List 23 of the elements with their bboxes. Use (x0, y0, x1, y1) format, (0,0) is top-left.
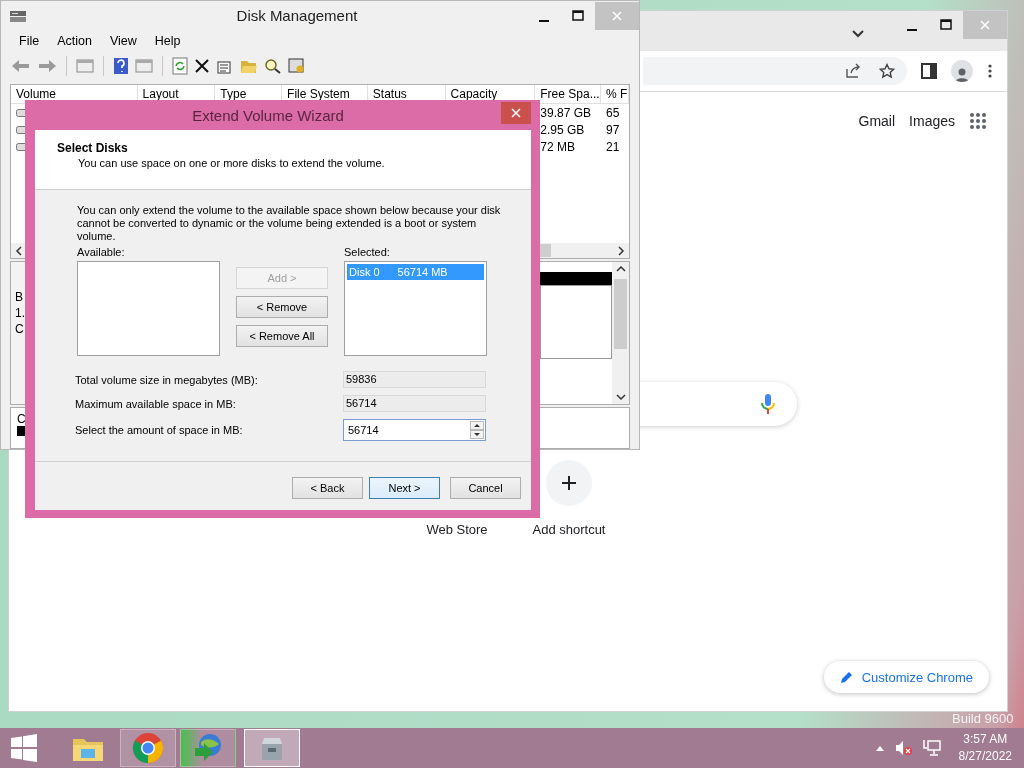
page-heading: Select Disks (57, 141, 129, 155)
table-cell-text: 39.87 GB (539, 105, 592, 120)
page-subheading: You can use space on one or more disks to extend the volume. (77, 156, 386, 169)
table-cell-text: 21 (605, 139, 621, 154)
build-label: Build 9600 (952, 711, 1014, 726)
disk-label: C (15, 322, 25, 336)
window-title: Disk Management (235, 7, 359, 25)
disk-label: B (15, 290, 24, 304)
table-cell-text: 65 (605, 105, 621, 120)
disk-label: 1. (15, 306, 26, 320)
disk-label: C (17, 412, 26, 426)
table-cell-text: 72 MB (539, 139, 576, 154)
field-label: Select the amount of space in MB: (75, 424, 244, 436)
list-label: Selected: (344, 246, 391, 260)
dialog-title: Extend Volume Wizard (191, 106, 345, 124)
field-label: Total volume size in megabytes (MB): (75, 373, 259, 386)
table-cell-text: 2.95 GB (539, 122, 586, 137)
readonly-field: 56714 (343, 395, 486, 412)
list-label: Available: (77, 246, 126, 260)
field-label: Maximum available space in MB: (75, 397, 237, 410)
table-cell-text: 97 (605, 122, 621, 137)
info-text: You can only extend the volume to the available space shown below because your disk cannot be converted to dynamic or the volume being extended is a boot or system volume. (77, 204, 502, 243)
readonly-field: 59836 (343, 371, 486, 388)
